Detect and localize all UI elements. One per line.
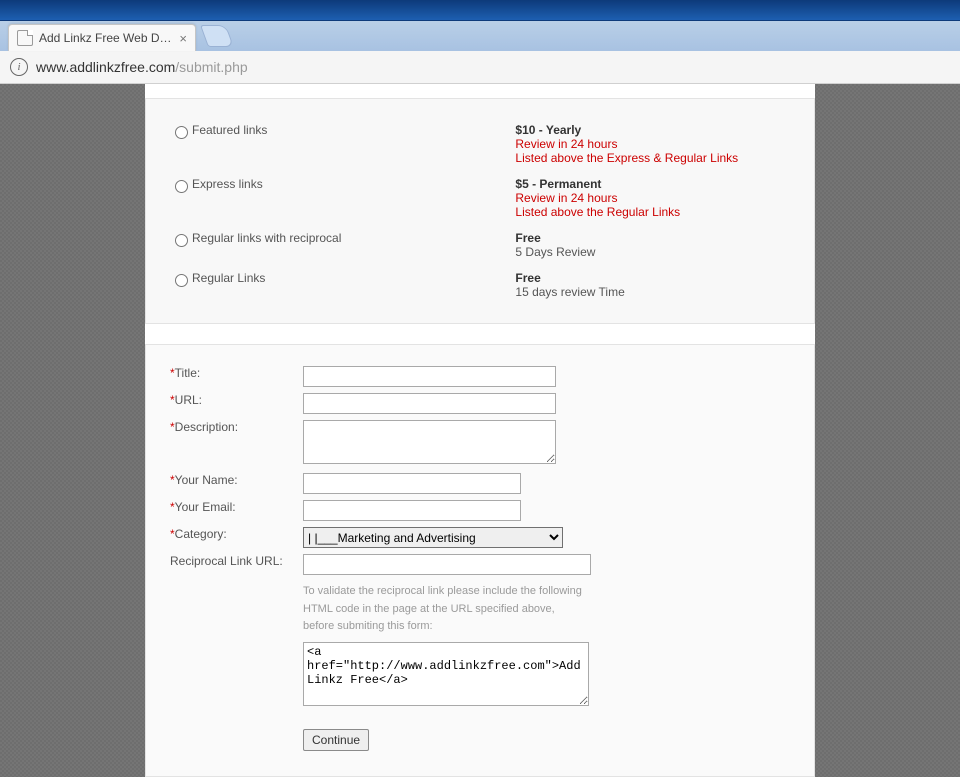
link-type-detail: Review in 24 hours [515,191,790,205]
description-input[interactable] [303,420,556,464]
link-type-radio[interactable] [175,274,188,287]
email-input[interactable] [303,500,521,521]
link-type-price: Free [515,271,790,285]
url-host: www.addlinkzfree.com [36,59,175,75]
close-tab-icon[interactable]: × [179,31,187,46]
label-category: Category: [175,527,227,541]
reciprocal-input[interactable] [303,554,591,575]
label-name: Your Name: [175,473,238,487]
tab-strip: Add Linkz Free Web Direc × [0,21,960,51]
link-type-panel: Featured links$10 - YearlyReview in 24 h… [145,98,815,324]
browser-tab[interactable]: Add Linkz Free Web Direc × [8,24,196,51]
link-type-detail: Listed above the Express & Regular Links [515,151,790,165]
url-text: www.addlinkzfree.com/submit.php [36,59,248,75]
link-type-radio[interactable] [175,180,188,193]
link-type-radio[interactable] [175,234,188,247]
link-type-price: $5 - Permanent [515,177,790,191]
submit-form-panel: *Title: *URL: *Description: *Your Name: [145,344,815,777]
title-input[interactable] [303,366,556,387]
new-tab-button[interactable] [200,25,234,47]
link-type-label: Express links [192,177,263,191]
link-type-table: Featured links$10 - YearlyReview in 24 h… [166,117,794,305]
label-description: Description: [175,420,238,434]
link-type-label: Featured links [192,123,267,137]
label-url: URL: [175,393,202,407]
link-type-radio[interactable] [175,126,188,139]
address-bar[interactable]: i www.addlinkzfree.com/submit.php [0,51,960,84]
link-type-price: Free [515,231,790,245]
label-email: Your Email: [175,500,236,514]
url-input[interactable] [303,393,556,414]
content-column: Featured links$10 - YearlyReview in 24 h… [145,84,815,777]
link-type-detail: Listed above the Regular Links [515,205,790,219]
link-type-detail: 5 Days Review [515,245,790,259]
page-icon [17,30,33,46]
reciprocal-code[interactable]: <a href="http://www.addlinkzfree.com">Ad… [303,642,589,706]
category-select[interactable]: | |___Marketing and Advertising [303,527,563,548]
name-input[interactable] [303,473,521,494]
site-info-icon[interactable]: i [10,58,28,76]
tab-title: Add Linkz Free Web Direc [39,31,173,45]
page-background: Featured links$10 - YearlyReview in 24 h… [0,84,960,777]
link-type-price: $10 - Yearly [515,123,790,137]
link-type-label: Regular links with reciprocal [192,231,341,245]
submit-form-table: *Title: *URL: *Description: *Your Name: [166,363,595,754]
url-path: /submit.php [175,59,247,75]
label-title: Title: [175,366,201,380]
label-reciprocal: Reciprocal Link URL: [170,554,283,568]
link-type-label: Regular Links [192,271,265,285]
window-titlebar [0,0,960,21]
link-type-detail: 15 days review Time [515,285,790,299]
reciprocal-hint: To validate the reciprocal link please i… [303,583,588,636]
link-type-detail: Review in 24 hours [515,137,790,151]
continue-button[interactable]: Continue [303,729,369,751]
